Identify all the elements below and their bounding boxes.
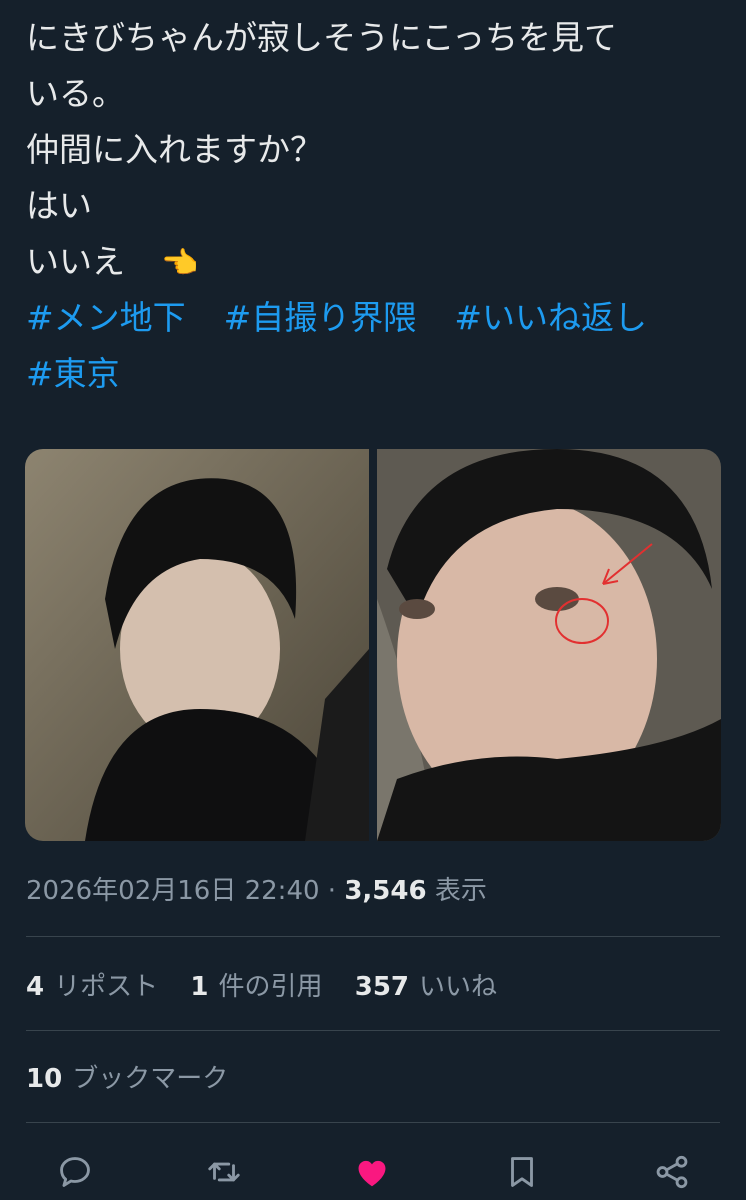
quote-stat[interactable]: 1 件の引用 [190,972,322,1002]
bookmark-count: 10 [26,1064,63,1094]
quote-count: 1 [190,972,209,1002]
hashtag-link[interactable]: #メン地下 [26,298,186,337]
media-grid [25,449,721,841]
hashtag-row: #東京 [26,346,726,402]
tweet-text: にきびちゃんが寂しそうにこっちを見て いる。 仲間に入れますか？ はい いいえ 👈… [26,10,726,402]
timestamp[interactable]: 2026年02月16日 22:40 [26,876,320,906]
share-icon [656,1155,688,1189]
bookmark-button[interactable] [500,1150,544,1194]
photo-1[interactable] [25,449,369,841]
action-bar [0,1140,746,1200]
like-stat[interactable]: 357 いいね [355,972,497,1002]
like-icon [358,1160,386,1187]
meta-separator: · [327,876,337,906]
quote-label: 件の引用 [218,972,323,1002]
tweet-line: にきびちゃんが寂しそうにこっちを見て [26,18,618,57]
divider [26,936,720,937]
like-label: いいね [419,972,498,1002]
tweet-line: 仲間に入れますか？ [26,130,323,169]
hashtag-link[interactable]: #いいね返し [454,298,647,337]
bookmark-stat[interactable]: 10 ブックマーク [26,1058,228,1095]
like-button[interactable] [350,1150,394,1194]
tweet-line: はい [26,186,92,225]
bookmark-label: ブックマーク [72,1064,229,1094]
tweet-meta: 2026年02月16日 22:40 · 3,546 表示 [26,870,487,907]
engagement-stats: 4 リポスト 1 件の引用 357 いいね [26,966,521,1003]
view-label: 表示 [434,876,487,906]
share-button[interactable] [650,1150,694,1194]
tweet-line: いる。 [26,74,125,113]
divider [26,1030,720,1031]
repost-button[interactable] [202,1150,246,1194]
hashtag-row: #メン地下 #自撮り界隈 #いいね返し [26,290,726,346]
repost-label: リポスト [54,972,159,1002]
repost-icon [208,1162,240,1182]
reply-button[interactable] [53,1150,97,1194]
tweet-line-text: いいえ [26,242,125,281]
repost-stat[interactable]: 4 リポスト [26,972,158,1002]
divider [26,1122,720,1123]
bookmark-icon [511,1157,533,1187]
hashtag-link[interactable]: #東京 [26,354,120,393]
tweet-line: いいえ 👈 [26,234,726,290]
view-count: 3,546 [344,876,427,906]
repost-count: 4 [26,972,45,1002]
hashtag-link[interactable]: #自撮り界隈 [224,298,417,337]
reply-icon [60,1157,90,1187]
like-count: 357 [354,972,410,1002]
pointing-hand-emoji: 👈 [161,246,199,281]
photo-2[interactable] [377,449,721,841]
